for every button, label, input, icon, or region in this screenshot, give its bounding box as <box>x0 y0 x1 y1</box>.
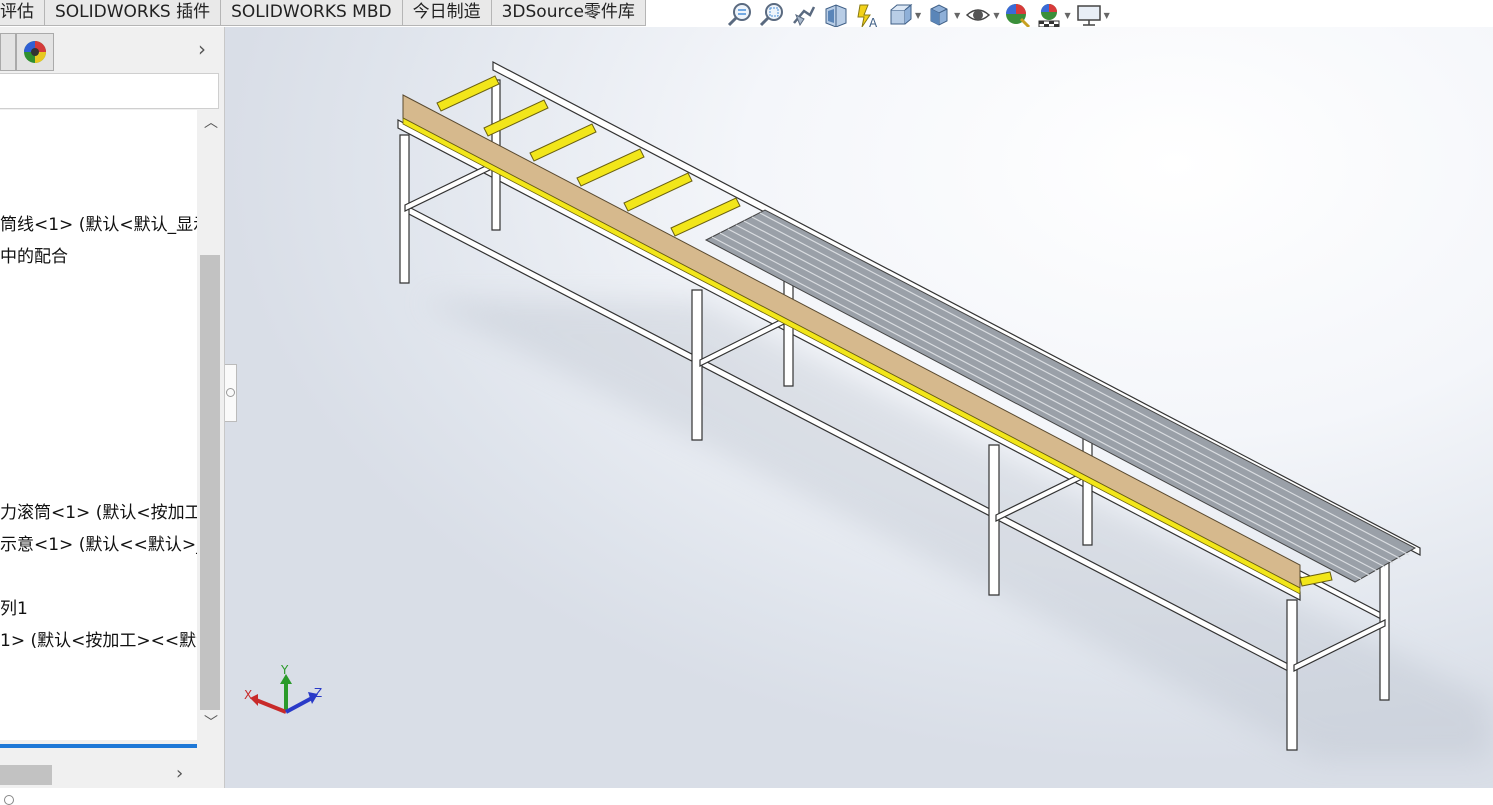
roller <box>576 148 645 187</box>
scroll-up-icon[interactable]: ︿ <box>204 112 218 132</box>
tab-evaluate[interactable]: 评估 <box>0 0 45 26</box>
tree-item[interactable]: 示意<1> (默认<<默认>_显 <box>0 530 197 555</box>
tab-solidworks-addins[interactable]: SOLIDWORKS 插件 <box>45 0 222 26</box>
display-style-button[interactable]: ▼ <box>925 1 960 29</box>
feature-tree: 筒线<1> (默认<默认_显示 中的配合 力滚筒<1> (默认<按加工 示意<1… <box>0 110 197 740</box>
feature-manager-panel: › 筒线<1> (默认<默认_显示 中的配合 力滚筒<1> (默认<按加工 示意… <box>0 27 225 805</box>
hide-show-items-button[interactable]: ▼ <box>964 1 999 29</box>
chevron-down-icon: ▼ <box>993 10 1000 20</box>
panel-splitter-handle[interactable] <box>225 364 237 422</box>
tree-item[interactable]: 列1 <box>0 594 28 619</box>
panel-tab-display-manager[interactable] <box>16 33 54 71</box>
chevron-right-icon[interactable]: › <box>198 37 206 61</box>
panel-tab-partial[interactable] <box>0 33 16 71</box>
panel-tabs <box>0 33 54 71</box>
triad-y-label: Y <box>280 663 289 677</box>
command-manager-tabs: 评估 SOLIDWORKS 插件 SOLIDWORKS MBD 今日制造 3DS… <box>0 0 646 26</box>
scroll-right-icon[interactable]: › <box>176 763 183 784</box>
chevron-down-icon: ▼ <box>954 10 961 20</box>
graphics-area[interactable]: Y X Z <box>225 27 1493 788</box>
chevron-down-icon: ▼ <box>1064 10 1071 20</box>
dynamic-annotation-button[interactable]: A <box>854 1 882 29</box>
tree-selection-highlight <box>0 744 197 748</box>
scrollbar-thumb[interactable] <box>200 255 220 710</box>
scrollbar-thumb[interactable] <box>0 765 52 785</box>
tab-3dsource-parts[interactable]: 3DSource零件库 <box>491 0 646 26</box>
scroll-down-icon[interactable]: ﹀ <box>204 712 218 732</box>
triad-x-label: X <box>244 688 252 702</box>
panel-status-icon <box>4 795 14 805</box>
heads-up-view-toolbar: A ▼ ▼ ▼ ▼ ▼ <box>726 0 1114 30</box>
view-settings-button[interactable]: ▼ <box>1075 1 1110 29</box>
zoom-to-fit-button[interactable] <box>726 1 754 29</box>
apply-scene-icon <box>1038 4 1060 28</box>
section-view-button[interactable] <box>822 1 850 29</box>
zoom-to-fit-icon <box>727 3 751 27</box>
tree-horizontal-scrollbar[interactable]: › <box>0 763 198 787</box>
zoom-to-area-button[interactable] <box>758 1 786 29</box>
roller <box>436 75 500 112</box>
chevron-down-icon: ▼ <box>1103 10 1110 20</box>
roller <box>529 123 597 162</box>
zoom-to-area-icon <box>759 3 783 27</box>
chevron-down-icon: ▼ <box>915 10 922 20</box>
display-style-icon <box>930 4 948 26</box>
tree-item[interactable]: 1> (默认<按加工><<默认 <box>0 626 197 651</box>
tree-vertical-scrollbar[interactable]: ︿ ﹀ <box>198 110 224 738</box>
triad-z-label: Z <box>314 686 322 700</box>
previous-view-button[interactable] <box>790 1 818 29</box>
view-orientation-icon <box>890 3 913 25</box>
section-view-icon <box>825 4 847 28</box>
view-orientation-button[interactable]: ▼ <box>886 1 921 29</box>
hide-show-items-icon <box>966 9 991 21</box>
tab-solidworks-mbd[interactable]: SOLIDWORKS MBD <box>221 0 403 26</box>
coordinate-triad: Y X Z <box>244 663 322 714</box>
view-settings-icon <box>1076 5 1101 26</box>
apply-scene-button[interactable]: ▼ <box>1035 1 1071 29</box>
tree-item[interactable]: 中的配合 <box>0 242 68 267</box>
edit-appearance-button[interactable] <box>1003 1 1031 29</box>
display-manager-icon <box>24 41 46 63</box>
tree-item[interactable]: 筒线<1> (默认<默认_显示 <box>0 210 197 235</box>
roller <box>623 172 693 212</box>
edit-appearance-icon <box>1006 4 1031 29</box>
previous-view-icon <box>793 6 816 27</box>
dynamic-annotation-icon: A <box>857 4 878 29</box>
conveyor-model: Y X Z <box>244 61 1490 760</box>
tree-item[interactable]: 力滚筒<1> (默认<按加工 <box>0 498 197 523</box>
tab-today-manufacturing[interactable]: 今日制造 <box>402 0 492 26</box>
tree-filter-input[interactable] <box>0 73 219 109</box>
